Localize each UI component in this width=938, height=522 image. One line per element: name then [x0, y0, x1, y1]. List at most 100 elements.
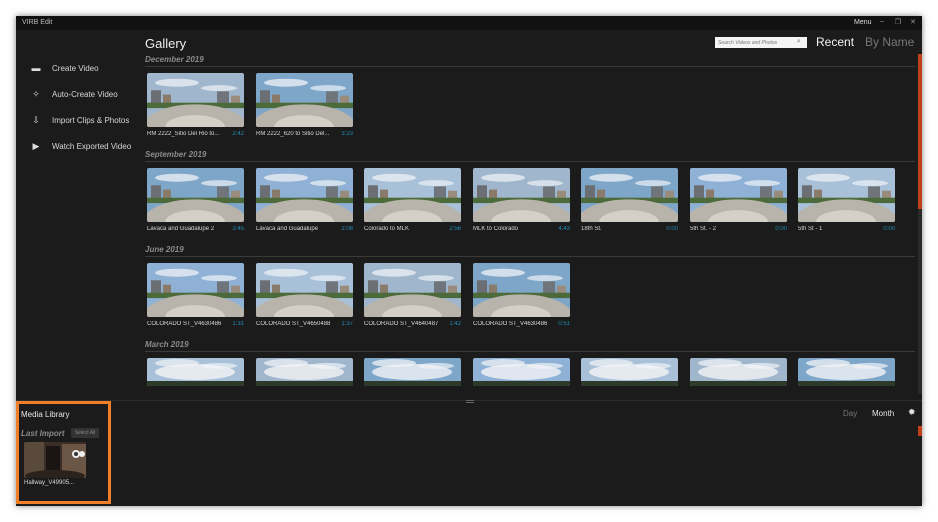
video-thumbnail[interactable] [690, 358, 787, 386]
gallery-item[interactable]: COLORADO ST_V4630486 1:31 [147, 263, 244, 327]
video-thumbnail[interactable] [147, 263, 244, 317]
video-thumbnail[interactable] [473, 358, 570, 386]
video-thumbnail[interactable] [256, 73, 353, 127]
gallery-section-header: March 2019 [145, 340, 915, 352]
video-thumbnail[interactable] [256, 358, 353, 386]
gallery-item-duration: 2:56 [449, 226, 461, 232]
sort-recent-tab[interactable]: Recent [816, 35, 854, 49]
gallery-item-duration: 3:45 [232, 226, 244, 232]
minimize-icon[interactable]: – [876, 18, 888, 28]
gallery-item[interactable] [473, 358, 570, 386]
search-input[interactable] [715, 37, 807, 48]
gallery-item[interactable]: COLORADO ST_V4630486 0:51 [473, 263, 570, 327]
gallery-item-duration: 0:00 [666, 226, 678, 232]
maximize-icon[interactable]: ❐ [892, 18, 904, 28]
view-day-tab[interactable]: Day [843, 409, 857, 418]
video-thumbnail[interactable] [581, 168, 678, 222]
gallery-item-duration: 0:51 [558, 321, 570, 327]
gallery-item[interactable] [798, 358, 895, 386]
resize-handle[interactable] [466, 400, 474, 403]
video-thumbnail[interactable] [798, 168, 895, 222]
video-thumbnail[interactable] [581, 358, 678, 386]
gallery-item-duration: 4:43 [558, 226, 570, 232]
video-thumbnail[interactable] [364, 358, 461, 386]
gallery-item-duration: 0:00 [775, 226, 787, 232]
gallery-title: Gallery [145, 36, 187, 51]
gallery-item[interactable] [256, 358, 353, 386]
gallery-item[interactable]: Lavaca and Guadalupe 2 3:45 [147, 168, 244, 232]
gallery-item-title: RM 2222_Sitio Del Rio to... [147, 131, 220, 137]
gallery-item-title: 5th St - 1 [798, 226, 823, 232]
import-icon: ⇩ [32, 115, 40, 125]
sidebar-item-import[interactable]: ⇩ Import Clips & Photos [30, 113, 129, 127]
gallery-item-duration: 2:08 [341, 226, 353, 232]
highlight-box [16, 401, 111, 504]
gallery-item[interactable]: 5th St. - 2 0:00 [690, 168, 787, 232]
gallery-item[interactable]: MLK to Colorado 4:43 [473, 168, 570, 232]
video-thumbnail[interactable] [364, 263, 461, 317]
gallery-item-duration: 0:00 [883, 226, 895, 232]
video-thumbnail[interactable] [473, 168, 570, 222]
sidebar-item-watch-exported[interactable]: ▶ Watch Exported Video [30, 139, 132, 153]
gallery-item-title: COLORADO ST_V4650488 [256, 321, 331, 327]
gallery-item[interactable]: Lavaca and Guadalupe 2:08 [256, 168, 353, 232]
video-thumbnail[interactable] [147, 358, 244, 386]
gallery-item[interactable]: Colorado to MLK 2:56 [364, 168, 461, 232]
gallery-item-title: MLK to Colorado [473, 226, 519, 232]
magic-wand-icon: ✧ [32, 89, 40, 99]
gallery-item[interactable] [364, 358, 461, 386]
view-month-tab[interactable]: Month [872, 409, 894, 418]
gallery-item-duration: 1:31 [232, 321, 244, 327]
video-thumbnail[interactable] [256, 168, 353, 222]
sidebar-item-label: Create Video [52, 63, 99, 73]
gallery-item[interactable]: 5th St - 1 0:00 [798, 168, 895, 232]
gallery-item-title: RM 2222_620 to Sitio Del... [256, 131, 330, 137]
sidebar-item-create-video[interactable]: ▬ Create Video [30, 61, 99, 75]
gear-icon[interactable]: ✹ [908, 407, 916, 418]
gallery-item-title: COLORADO ST_V4630486 [473, 321, 548, 327]
gallery-section-header: September 2019 [145, 150, 915, 162]
gallery-item-duration: 1:37 [341, 321, 353, 327]
menu-button[interactable]: Menu [854, 19, 872, 26]
gallery-item-title: Lavaca and Guadalupe [256, 226, 319, 232]
gallery-item[interactable] [581, 358, 678, 386]
gallery-scrollbar-thumb[interactable] [918, 54, 922, 209]
app-window: VIRB Edit Menu – ❐ ✕ ▬ Create Video ✧ Au… [16, 16, 922, 506]
sort-by-name-tab[interactable]: By Name [865, 35, 914, 49]
video-thumbnail[interactable] [690, 168, 787, 222]
gallery-item-title: Lavaca and Guadalupe 2 [147, 226, 215, 232]
sidebar-item-auto-create-video[interactable]: ✧ Auto-Create Video [30, 87, 117, 101]
gallery-item-duration: 3:23 [341, 131, 353, 137]
gallery-item-duration: 1:42 [449, 321, 461, 327]
video-thumbnail[interactable] [798, 358, 895, 386]
gallery-item[interactable]: RM 2222_Sitio Del Rio to... 2:42 [147, 73, 244, 137]
app-title: VIRB Edit [22, 19, 53, 26]
search-icon[interactable]: ⌕ [797, 38, 806, 47]
sidebar-item-label: Watch Exported Video [52, 141, 132, 151]
video-thumbnail[interactable] [256, 263, 353, 317]
gallery-item-title: COLORADO ST_V4640487 [364, 321, 439, 327]
gallery-item[interactable]: 18th St. 0:00 [581, 168, 678, 232]
gallery-item[interactable] [690, 358, 787, 386]
video-thumbnail[interactable] [473, 263, 570, 317]
gallery-item-title: 5th St. - 2 [690, 226, 717, 232]
gallery-item-title: Colorado to MLK [364, 226, 410, 232]
gallery-item[interactable]: COLORADO ST_V4650488 1:37 [256, 263, 353, 327]
gallery-item-title: 18th St. [581, 226, 602, 232]
gallery-item[interactable]: COLORADO ST_V4640487 1:42 [364, 263, 461, 327]
video-thumbnail[interactable] [364, 168, 461, 222]
gallery-item-title: COLORADO ST_V4630486 [147, 321, 222, 327]
video-thumbnail[interactable] [147, 73, 244, 127]
title-bar: VIRB Edit Menu – ❐ ✕ [16, 16, 922, 30]
gallery-item-duration: 2:42 [232, 131, 244, 137]
gallery-section-header: December 2019 [145, 55, 915, 67]
play-icon: ▶ [32, 141, 40, 151]
gallery-item[interactable]: RM 2222_620 to Sitio Del... 3:23 [256, 73, 353, 137]
video-thumbnail[interactable] [147, 168, 244, 222]
gallery-section-header: June 2019 [145, 245, 915, 257]
gallery-item[interactable] [147, 358, 244, 386]
sidebar-item-label: Import Clips & Photos [52, 115, 130, 125]
film-icon: ▬ [31, 63, 41, 73]
close-icon[interactable]: ✕ [907, 18, 919, 28]
media-library-scrollbar[interactable] [918, 426, 922, 436]
